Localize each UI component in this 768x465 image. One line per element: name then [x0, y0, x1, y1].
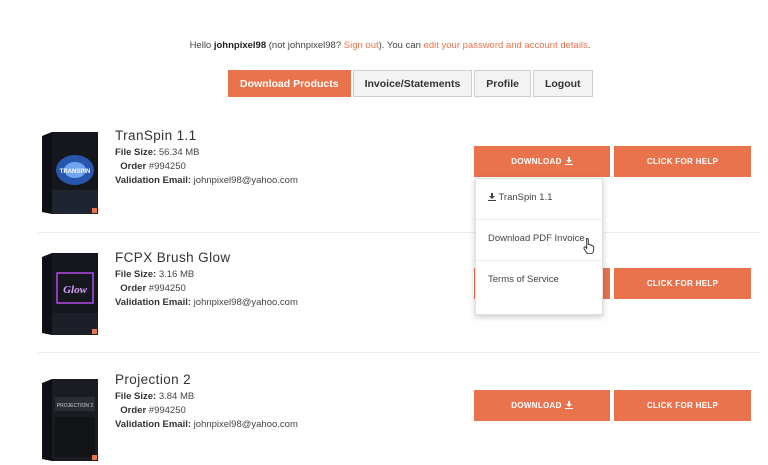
dropdown-item-product-download[interactable]: TranSpin 1.1 [488, 192, 553, 203]
email-line: Validation Email: johnpixel98@yahoo.com [115, 174, 298, 188]
dropdown-separator [476, 219, 602, 220]
dropdown-item-terms-of-service[interactable]: Terms of Service [488, 274, 559, 285]
file-size-line: File Size: 3.16 MB [115, 268, 298, 282]
validation-email-label: Validation Email: [115, 419, 192, 430]
dropdown-separator [476, 260, 602, 261]
product-box-title: PROJECTION 2 [57, 403, 94, 409]
validation-email-label: Validation Email: [115, 175, 192, 186]
product-name: FCPX Brush Glow [115, 250, 231, 265]
dropdown-item-pdf-invoice[interactable]: Download PDF Invoice [488, 233, 585, 244]
product-name: Projection 2 [115, 372, 192, 387]
product-name: TranSpin 1.1 [115, 128, 197, 143]
file-size-line: File Size: 56.34 MB [115, 146, 298, 160]
product-row: TRANSPIN TranSpin 1.1 File Size: 56.34 M… [38, 113, 760, 233]
product-box-image: TRANSPIN [38, 130, 100, 216]
product-info: Projection 2 File Size: 3.84 MB Order #9… [115, 372, 298, 432]
validation-email-value: johnpixel98@yahoo.com [193, 419, 298, 430]
file-size-value: 3.84 MB [158, 391, 195, 402]
file-size-value: 56.34 MB [158, 147, 200, 158]
edit-account-link[interactable]: edit your password and account details [424, 40, 588, 51]
product-box-image: PROJECTION 2 [38, 377, 100, 463]
greeting-username: johnpixel98 [213, 40, 267, 51]
file-size-label: File Size: [115, 269, 157, 280]
download-button-label: DOWNLOAD [511, 401, 562, 410]
validation-email-value: johnpixel98@yahoo.com [193, 175, 298, 186]
validation-email-label: Validation Email: [115, 297, 192, 308]
product-row: PROJECTION 2 Projection 2 File Size: 3.8… [38, 353, 760, 465]
tab-invoice-statements[interactable]: Invoice/Statements [352, 70, 473, 97]
greeting-end: . [587, 40, 591, 51]
dropdown-item-label: TranSpin 1.1 [498, 192, 553, 203]
product-info: TranSpin 1.1 File Size: 56.34 MB Order #… [115, 128, 298, 188]
product-info: FCPX Brush Glow File Size: 3.16 MB Order… [115, 250, 298, 310]
tab-download-products[interactable]: Download Products [228, 70, 351, 97]
file-size-line: File Size: 3.84 MB [115, 390, 298, 404]
greeting-hello: Hello [189, 40, 214, 51]
order-line: Order #994250 [115, 282, 298, 296]
greeting-not-text: (not johnpixel98? [266, 40, 344, 51]
order-line: Order #994250 [115, 160, 298, 174]
order-label: Order [120, 161, 147, 172]
product-box-title: Glow [63, 284, 88, 296]
product-box-title: TRANSPIN [60, 169, 91, 175]
download-button[interactable]: DOWNLOAD [474, 146, 610, 177]
help-button[interactable]: CLICK FOR HELP [614, 390, 751, 421]
order-label: Order [120, 405, 147, 416]
greeting-line: Hello johnpixel98 (not johnpixel98? Sign… [0, 40, 768, 51]
account-tabs: Download Products Invoice/Statements Pro… [228, 70, 595, 97]
file-size-label: File Size: [115, 147, 157, 158]
tab-profile[interactable]: Profile [474, 70, 531, 97]
product-box-image: Glow [38, 251, 100, 337]
download-icon [564, 147, 573, 178]
help-button[interactable]: CLICK FOR HELP [614, 268, 751, 299]
order-label: Order [120, 283, 147, 294]
order-value: #994250 [148, 405, 186, 416]
download-icon [564, 391, 573, 422]
greeting-mid-text: ). You can [378, 40, 424, 51]
order-line: Order #994250 [115, 404, 298, 418]
product-list: TRANSPIN TranSpin 1.1 File Size: 56.34 M… [38, 113, 760, 465]
file-size-label: File Size: [115, 391, 157, 402]
product-row: Glow FCPX Brush Glow File Size: 3.16 MB … [38, 233, 760, 353]
file-size-value: 3.16 MB [158, 269, 195, 280]
tab-logout[interactable]: Logout [532, 70, 593, 97]
download-button-label: DOWNLOAD [511, 157, 562, 166]
validation-email-value: johnpixel98@yahoo.com [193, 297, 298, 308]
hand-pointer-icon [582, 237, 596, 255]
sign-out-link[interactable]: Sign out [344, 40, 379, 51]
email-line: Validation Email: johnpixel98@yahoo.com [115, 296, 298, 310]
help-button[interactable]: CLICK FOR HELP [614, 146, 751, 177]
order-value: #994250 [148, 283, 186, 294]
download-button[interactable]: DOWNLOAD [474, 390, 610, 421]
download-icon [488, 192, 496, 203]
order-value: #994250 [148, 161, 186, 172]
email-line: Validation Email: johnpixel98@yahoo.com [115, 418, 298, 432]
